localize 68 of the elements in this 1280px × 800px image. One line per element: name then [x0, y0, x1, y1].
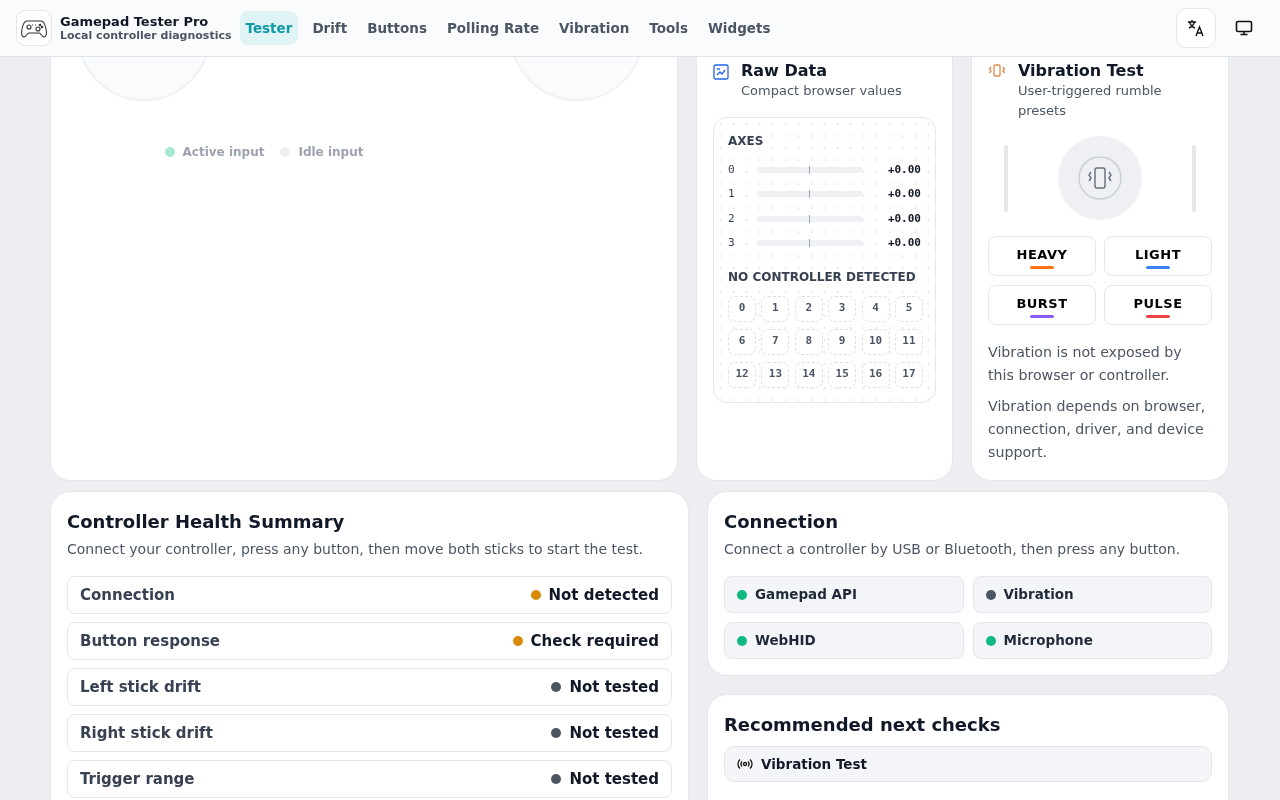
- status-text: Not tested: [569, 676, 659, 698]
- button-indicator: 11: [894, 328, 923, 355]
- feature-label: Gamepad API: [755, 585, 857, 605]
- button-indicator: 8: [794, 328, 823, 355]
- axis-value: +0.00: [887, 161, 921, 178]
- card-title: Vibration Test: [1018, 61, 1145, 81]
- axis-index: 0: [728, 161, 736, 178]
- feature-label: Vibration: [1003, 585, 1074, 605]
- button-indicator: 12: [728, 361, 756, 388]
- button-indicator: 1: [761, 295, 790, 322]
- section-heading: AXES: [728, 132, 765, 150]
- status-text: Not tested: [569, 722, 659, 744]
- preset-button[interactable]: BURST: [988, 285, 1096, 325]
- button-indicator: 6: [728, 328, 756, 355]
- button-indicator: 15: [828, 361, 857, 388]
- button-indicator: 14: [794, 361, 823, 388]
- nav-tab[interactable]: Buttons: [361, 10, 433, 46]
- nav-tab[interactable]: Vibration: [553, 10, 636, 46]
- row-label: Right stick drift: [80, 722, 213, 744]
- card-title: Raw Data: [741, 61, 828, 81]
- card-subtitle: User-triggered rumble presets: [1018, 82, 1163, 120]
- button-indicator: 9: [828, 328, 857, 355]
- nav-tab[interactable]: Tools: [643, 10, 694, 46]
- app-subtitle: Local controller diagnostics: [60, 28, 232, 43]
- axis-index: 2: [728, 210, 736, 227]
- row-label: Button response: [80, 630, 220, 652]
- axis-value: +0.00: [887, 235, 921, 251]
- button-indicator: 17: [894, 361, 923, 388]
- button-indicator: 2: [794, 295, 823, 322]
- card-title: Controller Health Summary: [67, 510, 346, 534]
- preset-button[interactable]: PULSE: [1104, 285, 1212, 325]
- check-link[interactable]: Vibration Test: [724, 746, 1212, 782]
- button-indicator: 4: [861, 295, 890, 322]
- axis-index: 1: [728, 186, 736, 202]
- status-text: Check required: [530, 630, 659, 652]
- legend-label: Active input: [182, 144, 265, 161]
- axis-index: 3: [728, 235, 736, 251]
- card-title: Recommended next checks: [724, 713, 1002, 737]
- nav-tab[interactable]: Polling Rate: [440, 10, 546, 46]
- feature-label: Microphone: [1003, 631, 1093, 651]
- nav-tab[interactable]: Widgets: [701, 10, 777, 46]
- axis-value: +0.00: [887, 210, 921, 227]
- app-title: Gamepad Tester Pro: [60, 13, 210, 29]
- nav-tab[interactable]: Drift: [306, 10, 354, 46]
- info-text: Vibration depends on browser, connection, driver, and device support.: [988, 397, 1207, 462]
- feature-label: WebHID: [755, 631, 816, 651]
- axis-value: +0.00: [887, 186, 921, 202]
- info-text: Vibration is not exposed by this browser or controller.: [988, 343, 1183, 385]
- status-text: Not tested: [569, 768, 659, 790]
- button-indicator: 0: [728, 295, 756, 322]
- button-indicator: 13: [761, 361, 790, 388]
- card-subtitle: Connect a controller by USB or Bluetooth, then press any button.: [724, 540, 1182, 559]
- button-indicator: 5: [894, 295, 923, 322]
- card-subtitle: Connect your controller, press any button, then move both sticks to start the test.: [67, 540, 644, 559]
- row-label: Connection: [80, 584, 176, 606]
- row-label: Left stick drift: [80, 676, 201, 698]
- preset-button[interactable]: LIGHT: [1104, 236, 1212, 276]
- status-text: Not detected: [548, 584, 659, 606]
- button-indicator: 3: [828, 295, 857, 322]
- preset-button[interactable]: HEAVY: [988, 236, 1096, 276]
- status-heading: NO CONTROLLER DETECTED: [728, 268, 917, 286]
- button-indicator: 16: [861, 361, 890, 388]
- button-indicator: 10: [861, 328, 890, 355]
- button-indicator: 7: [761, 328, 790, 355]
- card-title: Connection: [724, 510, 840, 534]
- row-label: Trigger range: [80, 768, 195, 790]
- legend-label: Idle input: [298, 144, 364, 161]
- card-subtitle: Compact browser values: [741, 82, 902, 100]
